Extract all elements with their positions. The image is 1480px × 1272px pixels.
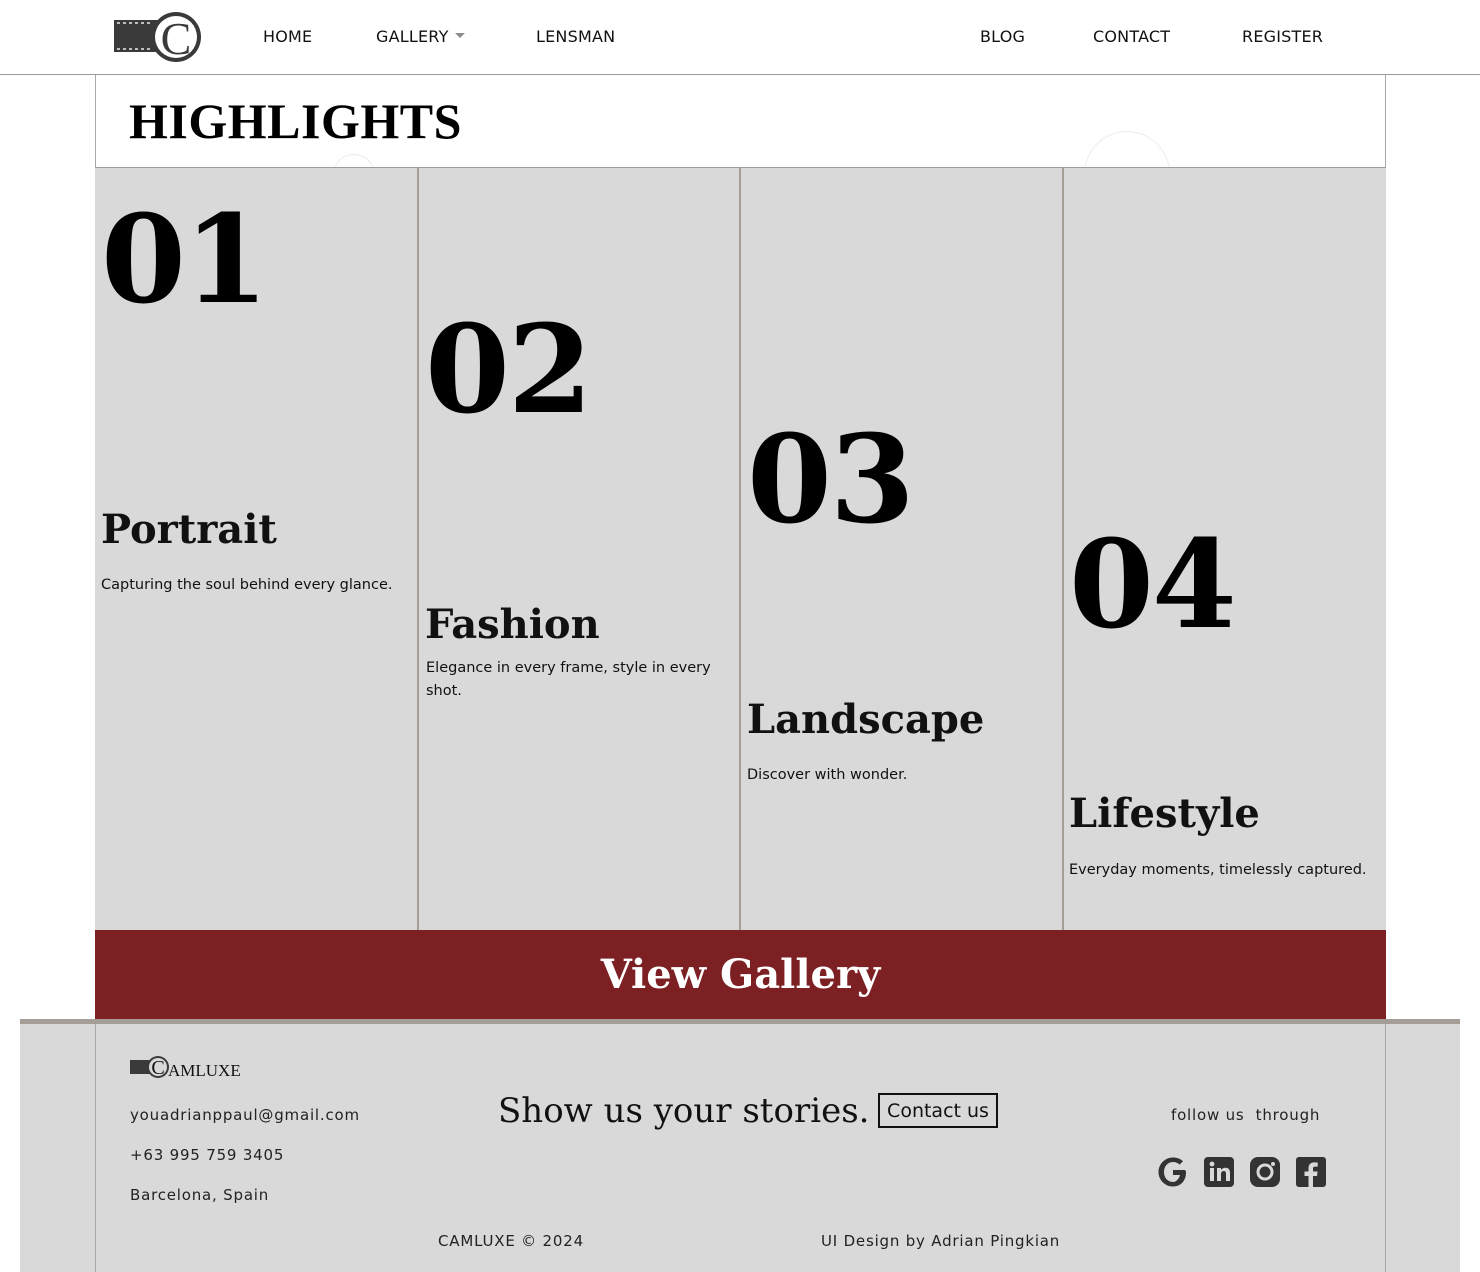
- footer-brand-name: AMLUXE: [168, 1061, 241, 1080]
- column-divider: [739, 168, 741, 931]
- follow-us-text: follow us through: [1171, 1106, 1321, 1124]
- linkedin-icon[interactable]: [1202, 1155, 1236, 1189]
- chevron-down-icon: [454, 33, 465, 38]
- footer-phone[interactable]: +63 995 759 3405: [130, 1146, 284, 1164]
- footer-tagline: Show us your stories.: [498, 1091, 870, 1131]
- google-icon[interactable]: [1156, 1155, 1190, 1189]
- footer-email[interactable]: youadrianppaul@gmail.com: [130, 1106, 360, 1124]
- highlight-title[interactable]: Portrait: [101, 506, 277, 553]
- highlight-number: 01: [101, 187, 269, 331]
- nav-gallery-label: GALLERY: [376, 27, 449, 46]
- highlight-number: 03: [747, 407, 915, 551]
- frame-line-left: [95, 1024, 96, 1272]
- highlight-description: Capturing the soul behind every glance.: [101, 577, 393, 593]
- highlight-number: 02: [425, 297, 593, 441]
- column-divider: [417, 168, 419, 931]
- highlight-description: Elegance in every frame, style in every …: [426, 660, 711, 699]
- nav-home[interactable]: HOME: [263, 27, 312, 46]
- footer-location: Barcelona, Spain: [130, 1186, 270, 1204]
- view-gallery-button[interactable]: View Gallery: [95, 930, 1386, 1019]
- frame-line-right: [1385, 1024, 1386, 1272]
- highlight-title[interactable]: Landscape: [747, 696, 984, 743]
- footer-logo-mark[interactable]: C: [130, 1052, 170, 1082]
- nav-contact[interactable]: CONTACT: [1093, 27, 1170, 46]
- highlight-description: Everyday moments, timelessly captured.: [1069, 862, 1367, 878]
- design-credit: UI Design by Adrian Pingkian: [821, 1232, 1061, 1250]
- highlight-title[interactable]: Lifestyle: [1069, 790, 1260, 837]
- instagram-icon[interactable]: [1248, 1155, 1282, 1189]
- nav-register[interactable]: REGISTER: [1242, 27, 1323, 46]
- nav-lensman[interactable]: LENSMAN: [536, 27, 615, 46]
- highlights-grid: 01 Portrait Capturing the soul behind ev…: [95, 167, 1386, 931]
- site-footer: C AMLUXE youadrianppaul@gmail.com +63 99…: [20, 1019, 1460, 1272]
- highlight-title[interactable]: Fashion: [425, 601, 600, 648]
- facebook-icon[interactable]: [1294, 1155, 1328, 1189]
- view-gallery-label: View Gallery: [600, 951, 881, 998]
- page-title: HIGHLIGHTS: [129, 93, 462, 149]
- contact-us-button[interactable]: Contact us: [878, 1093, 998, 1128]
- footer-logo-letter: C: [151, 1057, 164, 1079]
- nav-blog[interactable]: BLOG: [980, 27, 1025, 46]
- highlight-description: Discover with wonder.: [747, 767, 908, 783]
- copyright-text: CAMLUXE © 2024: [438, 1232, 584, 1250]
- highlight-number: 04: [1069, 512, 1237, 656]
- site-header: C HOME GALLERY LENSMAN BLOG CONTACT REGI…: [0, 0, 1480, 75]
- logo-letter: C: [161, 13, 192, 64]
- column-divider: [1062, 168, 1064, 931]
- camluxe-logo[interactable]: C: [114, 10, 204, 64]
- nav-gallery[interactable]: GALLERY: [376, 27, 465, 46]
